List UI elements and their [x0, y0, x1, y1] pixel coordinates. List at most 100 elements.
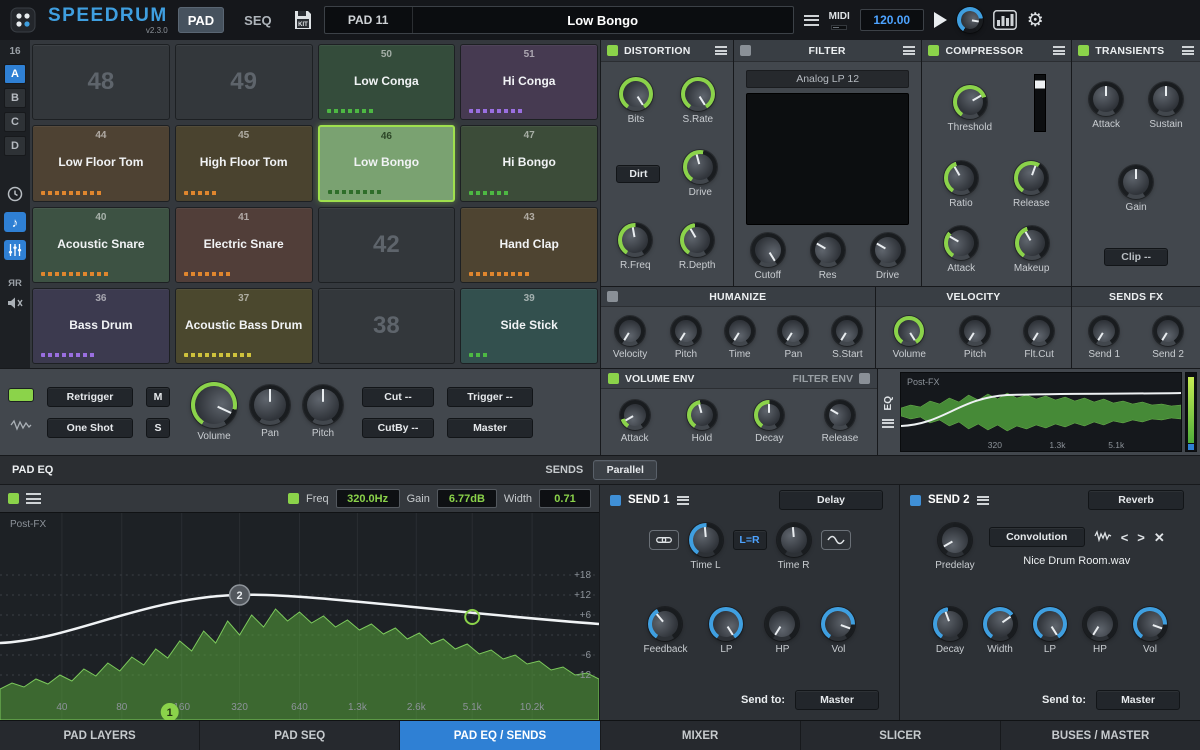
pad-display[interactable]: PAD 11 Low Bongo [324, 6, 794, 34]
retrigger-button[interactable]: Retrigger [47, 387, 133, 407]
solo-button[interactable]: S [146, 418, 170, 438]
tab-mixer[interactable]: MIXER [601, 721, 801, 750]
gear-icon[interactable]: ⚙ [1027, 11, 1044, 30]
gain-value-field[interactable]: 6.77dB [437, 489, 497, 508]
pad-pitch-knob[interactable] [303, 385, 343, 425]
tab-pad-eq-sends[interactable]: PAD EQ / SENDS [400, 721, 600, 750]
send1-lp-knob[interactable] [709, 607, 743, 641]
output-master-button[interactable]: Master [447, 418, 533, 438]
humanize-pitch-knob[interactable] [671, 316, 701, 346]
eq-mini-display[interactable]: Post-FX 320 1.3k 5.1k [900, 372, 1182, 452]
reverb-decay-knob[interactable] [933, 607, 967, 641]
bits-knob[interactable] [619, 77, 653, 111]
ratio-knob[interactable] [944, 161, 978, 195]
clear-ir-icon[interactable]: ✕ [1154, 531, 1165, 544]
pad-47-hi-bongo[interactable]: 47 Hi Bongo [460, 125, 598, 201]
pad-pan-knob[interactable] [250, 385, 290, 425]
send1-menu-icon[interactable] [677, 496, 689, 505]
levels-meter-icon[interactable] [993, 10, 1017, 30]
bank-d-button[interactable]: D [4, 136, 26, 156]
env-hold-knob[interactable] [687, 400, 717, 430]
pad-46-low-bongo-selected[interactable]: 46 Low Bongo [318, 125, 456, 201]
dirt-mode-button[interactable]: Dirt [616, 165, 660, 183]
trans-attack-knob[interactable] [1089, 82, 1123, 116]
env-attack-knob[interactable] [620, 400, 650, 430]
main-menu-icon[interactable] [804, 15, 819, 26]
pad-50-low-conga[interactable]: 50 Low Conga [318, 44, 456, 120]
velocity-fltcut-knob[interactable] [1024, 316, 1054, 346]
pad-42[interactable]: 42 [318, 207, 456, 283]
comp-release-knob[interactable] [1014, 161, 1048, 195]
pad-38[interactable]: 38 [318, 288, 456, 364]
humanize-enable-checkbox[interactable] [607, 291, 618, 302]
send1-fx-type-button[interactable]: Delay [779, 490, 883, 510]
next-ir-icon[interactable]: > [1137, 531, 1145, 544]
parallel-toggle-button[interactable]: Parallel [593, 460, 657, 480]
bank-b-button[interactable]: B [4, 88, 26, 108]
play-button[interactable] [934, 12, 947, 28]
filter-env-enable-checkbox[interactable] [859, 373, 870, 384]
tab-pad-seq[interactable]: PAD SEQ [200, 721, 400, 750]
velocity-pitch-knob[interactable] [960, 316, 990, 346]
pad-41-electric-snare[interactable]: 41 Electric Snare [175, 207, 313, 283]
lr-link-button[interactable]: L=R [733, 530, 767, 550]
send1-hp-knob[interactable] [765, 607, 799, 641]
compressor-menu-icon[interactable] [1053, 46, 1065, 55]
cut-button[interactable]: Cut -- [362, 387, 434, 407]
link-icon[interactable] [649, 530, 679, 550]
filter-menu-icon[interactable] [903, 46, 915, 55]
mute-button[interactable]: M [146, 387, 170, 407]
transients-enable-checkbox[interactable] [1078, 45, 1089, 56]
send1-amount-knob[interactable] [1089, 316, 1119, 346]
reverb-mode-button[interactable]: Convolution [989, 527, 1085, 547]
tab-pad[interactable]: PAD [178, 7, 224, 33]
bank-a-button[interactable]: A [4, 64, 26, 84]
send2-fx-type-button[interactable]: Reverb [1088, 490, 1184, 510]
round-robin-toggle[interactable]: ЯR [8, 278, 22, 289]
filter-type-dropdown[interactable]: Analog LP 12 [746, 70, 910, 88]
eq-band-enable-checkbox[interactable] [288, 493, 299, 504]
res-knob[interactable] [811, 233, 845, 267]
music-note-icon[interactable]: ♪ [4, 212, 26, 232]
ir-file-name[interactable]: Nice Drum Room.wav [1023, 555, 1130, 567]
clock-icon[interactable] [4, 184, 26, 204]
humanize-velocity-knob[interactable] [615, 316, 645, 346]
prev-ir-icon[interactable]: < [1121, 531, 1129, 544]
pad-48[interactable]: 48 [32, 44, 170, 120]
rdepth-knob[interactable] [680, 223, 714, 257]
filter-response-display[interactable] [746, 93, 910, 225]
feedback-knob[interactable] [648, 607, 682, 641]
tab-slicer[interactable]: SLICER [801, 721, 1001, 750]
dist-drive-knob[interactable] [683, 150, 717, 184]
tab-pad-layers[interactable]: PAD LAYERS [0, 721, 200, 750]
send1-enable-checkbox[interactable] [610, 495, 621, 506]
send2-lp-knob[interactable] [1033, 607, 1067, 641]
filter-enable-checkbox[interactable] [740, 45, 751, 56]
makeup-knob[interactable] [1015, 226, 1049, 260]
mute-icon[interactable] [4, 293, 26, 313]
env-decay-knob[interactable] [754, 400, 784, 430]
sustain-knob[interactable] [1149, 82, 1183, 116]
transients-menu-icon[interactable] [1182, 46, 1194, 55]
trans-gain-knob[interactable] [1119, 165, 1153, 199]
predelay-knob[interactable] [938, 523, 972, 557]
humanize-pan-knob[interactable] [778, 316, 808, 346]
compressor-enable-checkbox[interactable] [928, 45, 939, 56]
reverb-width-knob[interactable] [983, 607, 1017, 641]
tab-buses-master[interactable]: BUSES / MASTER [1001, 721, 1200, 750]
pad-volume-knob[interactable] [191, 382, 237, 428]
pad-37-acoustic-bass-drum[interactable]: 37 Acoustic Bass Drum [175, 288, 313, 364]
send2-enable-checkbox[interactable] [910, 495, 921, 506]
humanize-time-knob[interactable] [725, 316, 755, 346]
cutoff-knob[interactable] [751, 233, 785, 267]
sliders-icon[interactable] [4, 240, 26, 260]
env-release-knob[interactable] [825, 400, 855, 430]
pad-40-acoustic-snare[interactable]: 40 Acoustic Snare [32, 207, 170, 283]
distortion-enable-checkbox[interactable] [607, 45, 618, 56]
eq-mini-menu-icon[interactable] [882, 419, 894, 428]
send2-dest-button[interactable]: Master [1096, 690, 1180, 710]
eq-graph[interactable]: Post-FX 40 80 160 320 640 1.3k 2.6k [0, 513, 599, 720]
ir-wave-icon[interactable] [1094, 530, 1112, 544]
distortion-menu-icon[interactable] [715, 46, 727, 55]
eq-node-2-handle[interactable]: 2 [230, 585, 250, 605]
